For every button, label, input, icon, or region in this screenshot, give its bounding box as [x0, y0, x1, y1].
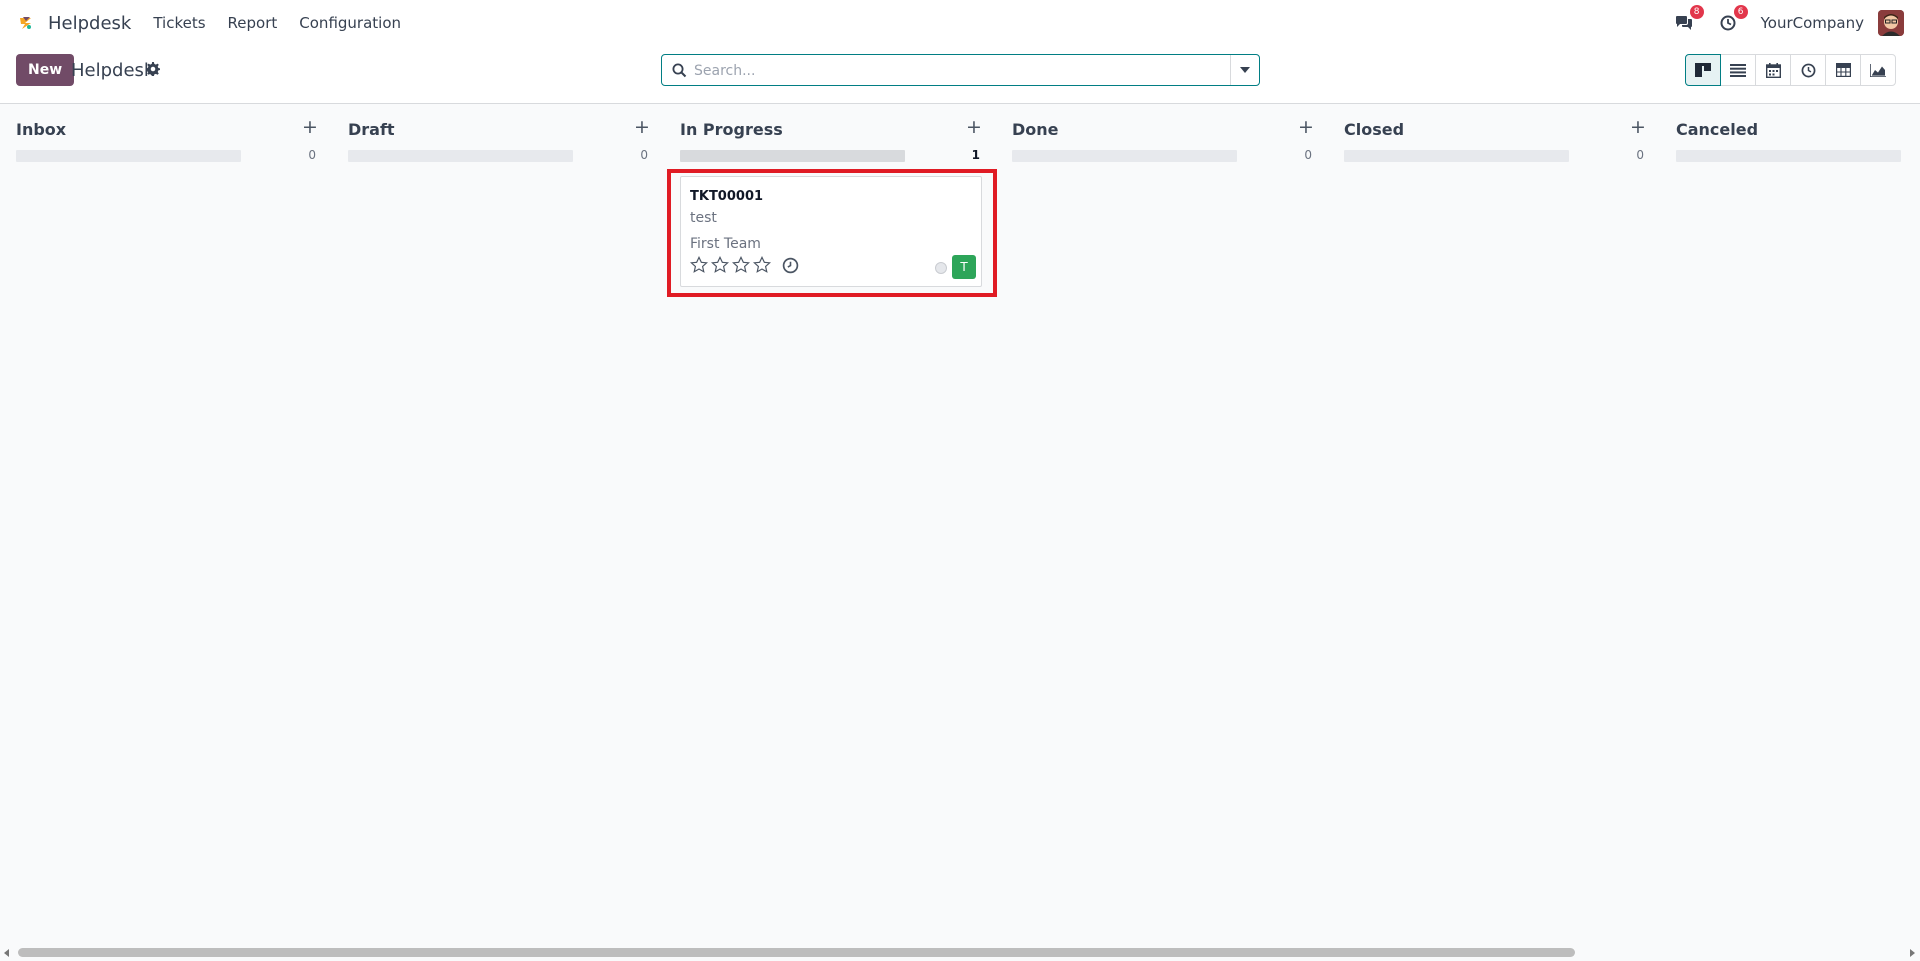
column-progress-bar[interactable] — [1012, 150, 1237, 162]
star-icon[interactable] — [690, 256, 708, 274]
star-icon[interactable] — [753, 256, 771, 274]
column-add-icon[interactable]: + — [966, 117, 982, 137]
horizontal-scrollbar[interactable] — [0, 945, 1920, 961]
column-title: In Progress — [680, 120, 783, 139]
kanban-column-done: Done + 0 — [1012, 105, 1314, 935]
column-title: Done — [1012, 120, 1059, 139]
company-switcher[interactable]: YourCompany — [1761, 14, 1864, 32]
activity-clock-icon[interactable] — [782, 257, 799, 274]
star-icon[interactable] — [732, 256, 750, 274]
scrollbar-thumb[interactable] — [18, 948, 1575, 957]
column-title: Draft — [348, 120, 395, 139]
list-icon — [1730, 63, 1746, 77]
scroll-left-arrow-icon[interactable] — [4, 949, 9, 957]
app-brand[interactable]: Helpdesk — [48, 13, 131, 34]
priority-stars — [690, 256, 774, 274]
ticket-name: test — [690, 210, 717, 226]
main-navbar: Helpdesk Tickets Report Configuration 8 … — [0, 0, 1920, 46]
column-add-icon[interactable]: + — [1630, 117, 1646, 137]
kanban-state-dot[interactable] — [935, 262, 947, 274]
activity-view-button[interactable] — [1790, 54, 1826, 86]
graph-icon — [1870, 63, 1886, 77]
scroll-right-arrow-icon[interactable] — [1910, 949, 1915, 957]
kanban-column-closed: Closed + 0 — [1344, 105, 1646, 935]
menu-tickets[interactable]: Tickets — [153, 14, 205, 32]
search-icon — [672, 63, 687, 78]
star-icon[interactable] — [711, 256, 729, 274]
column-title: Canceled — [1676, 120, 1759, 139]
view-switcher — [1685, 54, 1896, 86]
column-count: 0 — [1304, 148, 1312, 162]
navbar-systray: 8 6 YourCompany — [1673, 5, 1904, 36]
kanban-column-draft: Draft + 0 — [348, 105, 650, 935]
user-avatar[interactable] — [1878, 10, 1904, 36]
ticket-reference: TKT00001 — [690, 189, 764, 204]
ticket-card[interactable]: TKT00001 test First Team T — [667, 169, 997, 297]
ticket-team: First Team — [690, 236, 761, 252]
kanban-icon — [1695, 63, 1711, 77]
column-progress-bar[interactable] — [680, 150, 905, 162]
column-count: 0 — [1636, 148, 1644, 162]
kanban-board: Inbox + 0 Draft + 0 In Progress + 1 TKT0… — [0, 105, 1920, 945]
calendar-view-button[interactable] — [1755, 54, 1791, 86]
activity-icon — [1801, 63, 1815, 77]
column-progress-bar[interactable] — [348, 150, 573, 162]
search-bar — [661, 54, 1260, 86]
list-view-button[interactable] — [1720, 54, 1756, 86]
breadcrumb-title: Helpdesk — [71, 60, 155, 81]
caret-down-icon — [1240, 67, 1250, 73]
new-button[interactable]: New — [16, 54, 75, 86]
graph-view-button[interactable] — [1860, 54, 1896, 86]
menu-report[interactable]: Report — [228, 14, 278, 32]
kanban-column-inbox: Inbox + 0 — [16, 105, 318, 935]
column-count: 0 — [308, 148, 316, 162]
kanban-column-in-progress: In Progress + 1 TKT00001 test First Team… — [667, 105, 997, 935]
calendar-icon — [1765, 62, 1781, 78]
assignee-avatar[interactable]: T — [952, 255, 976, 279]
messages-icon[interactable]: 8 — [1673, 5, 1704, 34]
activities-clock-icon[interactable]: 6 — [1717, 5, 1748, 34]
gear-icon[interactable] — [146, 61, 162, 77]
column-add-icon[interactable]: + — [302, 117, 318, 137]
kanban-column-canceled: Canceled — [1676, 105, 1904, 935]
messages-badge: 8 — [1689, 5, 1704, 19]
column-add-icon[interactable]: + — [634, 117, 650, 137]
column-progress-bar[interactable] — [1676, 150, 1901, 162]
search-filters-toggle[interactable] — [1230, 55, 1259, 85]
column-title: Closed — [1344, 120, 1405, 139]
pivot-icon — [1835, 63, 1851, 77]
column-progress-bar[interactable] — [1344, 150, 1569, 162]
activities-badge: 6 — [1733, 5, 1748, 19]
column-progress-bar[interactable] — [16, 150, 241, 162]
helpdesk-app-icon[interactable] — [16, 13, 36, 33]
menu-configuration[interactable]: Configuration — [299, 14, 401, 32]
column-count: 0 — [640, 148, 648, 162]
column-add-icon[interactable]: + — [1298, 117, 1314, 137]
kanban-view-button[interactable] — [1685, 54, 1721, 86]
column-count: 1 — [971, 148, 980, 162]
column-title: Inbox — [16, 120, 67, 139]
search-input[interactable] — [694, 60, 1194, 82]
pivot-view-button[interactable] — [1825, 54, 1861, 86]
control-panel: New Helpdesk — [0, 46, 1920, 104]
